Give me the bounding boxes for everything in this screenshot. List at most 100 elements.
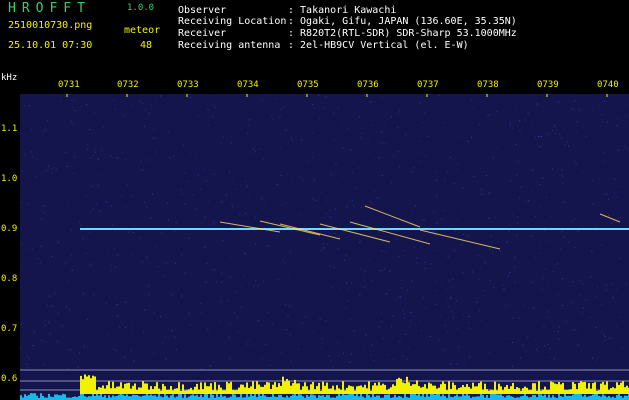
noise-pixel [171, 329, 173, 331]
signal-level-bar [582, 382, 584, 394]
signal-level-bar [92, 375, 94, 394]
noise-floor-bar [178, 393, 180, 400]
noise-pixel [229, 358, 231, 359]
noise-pixel [478, 279, 480, 281]
noise-pixel [519, 120, 521, 122]
noise-floor-bar [166, 395, 168, 400]
noise-pixel [562, 278, 563, 280]
noise-pixel [626, 242, 628, 244]
noise-pixel [419, 102, 421, 104]
noise-pixel [312, 198, 314, 200]
noise-pixel [354, 207, 356, 209]
noise-pixel [262, 357, 264, 359]
signal-level-bar [398, 377, 400, 394]
signal-level-bar [140, 387, 142, 394]
noise-pixel [450, 156, 451, 158]
noise-pixel [568, 241, 570, 243]
noise-floor-bar [184, 394, 186, 400]
noise-pixel [568, 145, 570, 147]
noise-floor-bar [394, 394, 396, 400]
noise-pixel [89, 263, 91, 265]
signal-level-bar [422, 386, 424, 394]
signal-level-bar [386, 390, 388, 394]
noise-pixel [384, 268, 386, 270]
noise-pixel [348, 128, 350, 130]
noise-pixel [572, 330, 574, 331]
noise-pixel [329, 216, 331, 218]
signal-level-bar [154, 386, 156, 394]
signal-level-bar [224, 390, 226, 394]
noise-pixel [542, 177, 544, 179]
noise-pixel [257, 320, 259, 322]
noise-floor-bar [224, 396, 226, 400]
signal-level-bar [498, 383, 500, 394]
noise-pixel [167, 327, 169, 329]
signal-level-bar [584, 381, 586, 394]
time-label: 0740 [597, 80, 619, 90]
noise-pixel [378, 326, 380, 328]
noise-pixel [268, 141, 270, 143]
noise-pixel [392, 315, 394, 317]
noise-pixel [575, 329, 577, 330]
signal-level-bar [502, 390, 504, 394]
noise-pixel [165, 336, 166, 338]
signal-level-bar [222, 390, 224, 394]
noise-pixel [142, 102, 144, 104]
noise-pixel [391, 116, 392, 118]
noise-floor-bar [602, 394, 604, 400]
noise-floor-bar [486, 395, 488, 400]
noise-pixel [612, 221, 614, 223]
noise-pixel [525, 200, 527, 202]
signal-level-bar [84, 374, 86, 394]
signal-level-bar [368, 381, 370, 394]
noise-floor-bar [220, 394, 222, 400]
noise-pixel [100, 175, 102, 177]
noise-pixel [67, 368, 69, 369]
noise-pixel [270, 365, 271, 366]
noise-pixel [201, 368, 202, 369]
noise-pixel [469, 356, 471, 358]
noise-pixel [270, 115, 272, 117]
noise-pixel [48, 165, 49, 167]
noise-pixel [516, 107, 518, 109]
noise-pixel [524, 266, 526, 267]
noise-pixel [574, 247, 576, 249]
noise-pixel [575, 163, 577, 165]
noise-pixel [311, 104, 313, 105]
noise-pixel [582, 283, 584, 285]
noise-floor-bar [82, 393, 84, 400]
noise-pixel [517, 216, 519, 218]
noise-pixel [68, 280, 70, 282]
noise-pixel [57, 340, 58, 342]
signal-level-bar [616, 382, 618, 394]
noise-pixel [471, 99, 473, 101]
noise-pixel [213, 223, 215, 225]
noise-pixel [114, 230, 116, 232]
noise-pixel [328, 355, 330, 357]
noise-floor-bar [104, 395, 106, 400]
signal-level-bar [620, 382, 622, 394]
noise-pixel [457, 163, 459, 165]
noise-pixel [110, 205, 112, 207]
noise-floor-bar [88, 396, 90, 400]
noise-floor-bar [144, 395, 146, 400]
noise-pixel [298, 349, 300, 350]
signal-level-bar [166, 390, 168, 394]
noise-pixel [572, 303, 574, 305]
noise-pixel [444, 179, 446, 181]
noise-pixel [438, 95, 440, 97]
noise-pixel [405, 333, 407, 335]
noise-pixel [400, 301, 402, 303]
noise-pixel [80, 106, 82, 108]
noise-pixel [230, 205, 232, 207]
noise-pixel [381, 270, 383, 272]
noise-pixel [284, 304, 286, 305]
signal-level-bar [230, 381, 232, 394]
noise-pixel [448, 306, 450, 308]
noise-floor-bar [464, 395, 466, 400]
noise-pixel [148, 285, 150, 287]
noise-pixel [107, 334, 109, 336]
noise-pixel [561, 137, 563, 139]
noise-pixel [611, 222, 613, 224]
noise-pixel [377, 197, 379, 199]
